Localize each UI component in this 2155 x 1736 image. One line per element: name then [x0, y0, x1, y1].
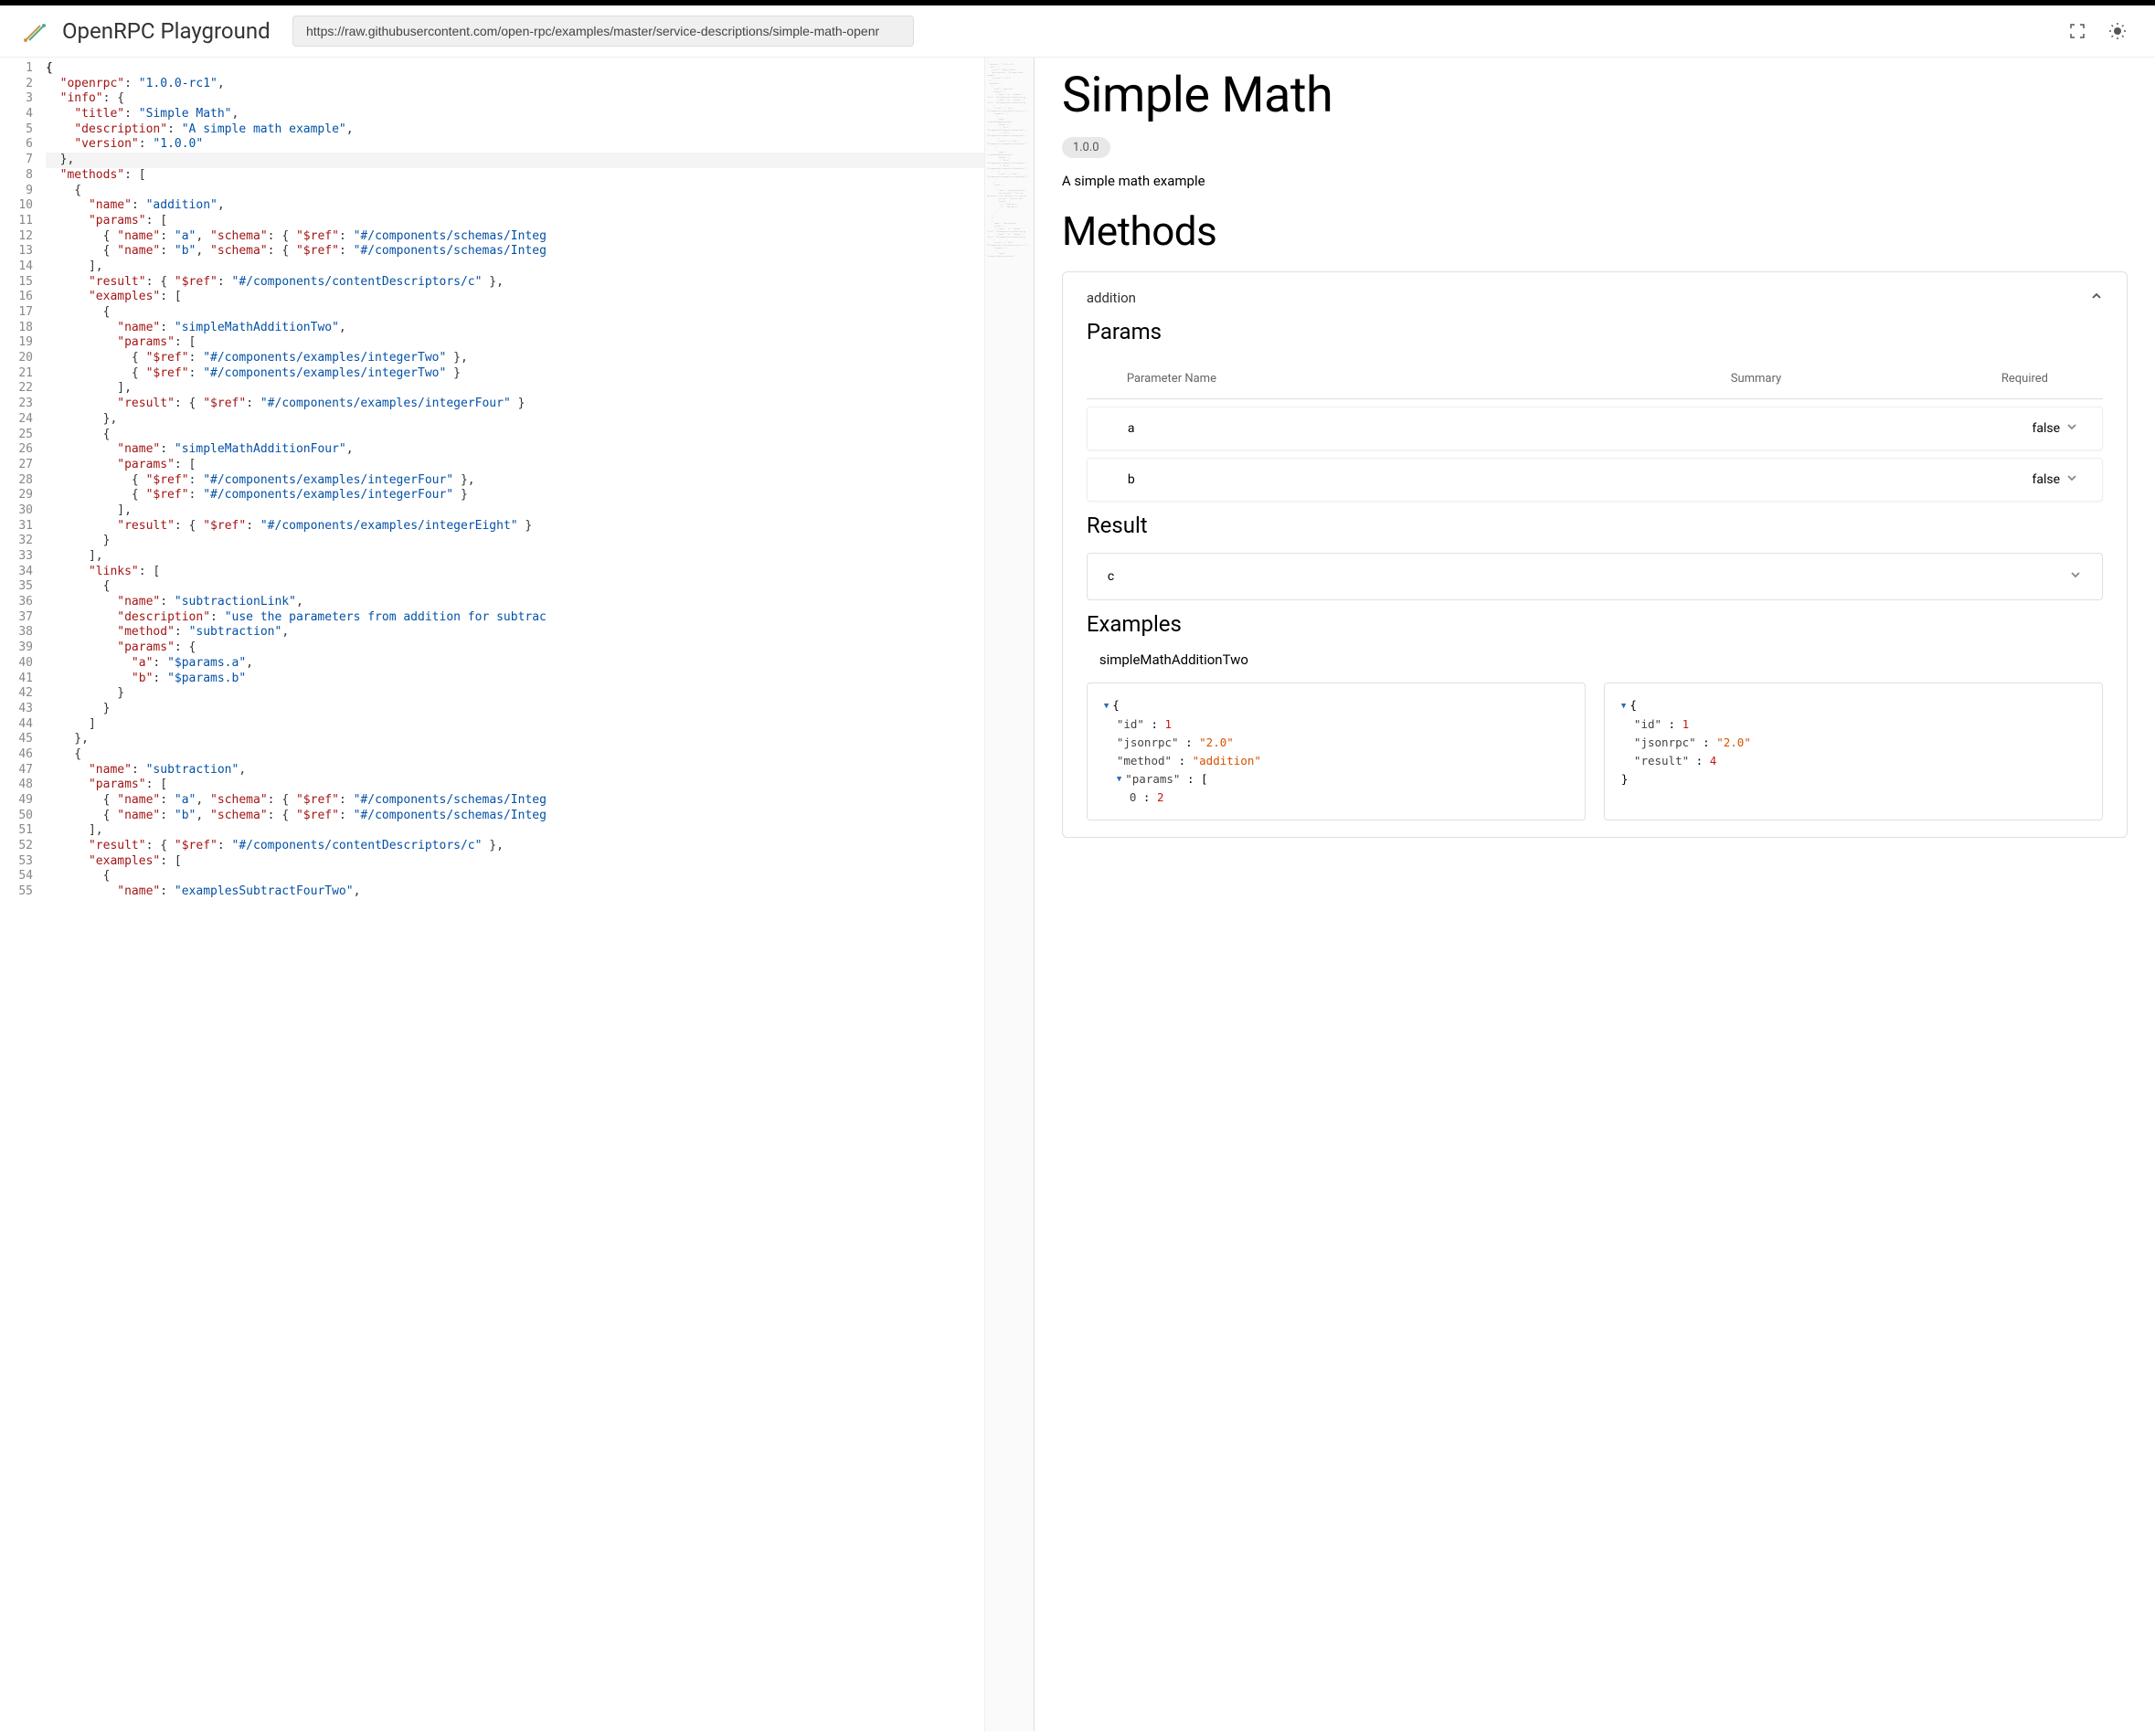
- line-numbers: 1234567891011121314151617181920212223242…: [0, 58, 46, 1731]
- theme-toggle-icon[interactable]: [2107, 21, 2128, 41]
- doc-description: A simple math example: [1062, 173, 2128, 189]
- method-card: addition Params Parameter Name Summary R…: [1062, 271, 2128, 838]
- code-content[interactable]: { "openrpc": "1.0.0-rc1", "info": { "tit…: [46, 58, 1034, 1731]
- brand-title: OpenRPC Playground: [62, 18, 271, 44]
- example-name: simpleMathAdditionTwo: [1099, 651, 2103, 668]
- fullscreen-icon[interactable]: [2067, 21, 2087, 41]
- doc-title: Simple Math: [1062, 67, 2128, 124]
- logo-icon: [18, 15, 51, 48]
- examples-heading: Examples: [1087, 611, 2103, 637]
- schema-url-input[interactable]: [292, 16, 914, 47]
- col-required: Required: [1966, 372, 2075, 386]
- example-json-grid: ▼{ "id" : 1 "jsonrpc" : "2.0" "method" :…: [1087, 683, 2103, 820]
- col-name: Parameter Name: [1127, 372, 1546, 386]
- chevron-down-icon: [2060, 471, 2084, 488]
- code-editor[interactable]: 1234567891011121314151617181920212223242…: [0, 58, 1035, 1731]
- example-response-json: ▼{ "id" : 1 "jsonrpc" : "2.0" "result" :…: [1604, 683, 2103, 820]
- method-header[interactable]: addition: [1087, 289, 2103, 306]
- param-row[interactable]: b false: [1087, 458, 2103, 502]
- params-header-row: Parameter Name Summary Required: [1087, 359, 2103, 399]
- header: OpenRPC Playground: [0, 5, 2155, 58]
- params-table: Parameter Name Summary Required a false …: [1087, 359, 2103, 502]
- col-summary: Summary: [1546, 372, 1966, 386]
- param-required: false: [1978, 421, 2060, 436]
- methods-heading: Methods: [1062, 207, 2128, 255]
- documentation-pane: Simple Math 1.0.0 A simple math example …: [1035, 58, 2155, 1731]
- chevron-down-icon: [2069, 568, 2082, 585]
- result-heading: Result: [1087, 513, 2103, 538]
- param-row[interactable]: a false: [1087, 407, 2103, 450]
- minimap[interactable]: { "openrpc": "1.0.0-rc1", "info": { "tit…: [984, 58, 1034, 1731]
- example-request-json: ▼{ "id" : 1 "jsonrpc" : "2.0" "method" :…: [1087, 683, 1586, 820]
- param-required: false: [1978, 472, 2060, 487]
- chevron-up-icon: [2090, 289, 2103, 306]
- param-name: a: [1128, 421, 1553, 436]
- param-name: b: [1128, 472, 1553, 487]
- result-name: c: [1108, 569, 1114, 584]
- result-box[interactable]: c: [1087, 553, 2103, 600]
- chevron-down-icon: [2060, 420, 2084, 437]
- main-split: 1234567891011121314151617181920212223242…: [0, 58, 2155, 1731]
- logo-area: OpenRPC Playground: [18, 15, 274, 48]
- version-chip: 1.0.0: [1062, 137, 1110, 158]
- params-heading: Params: [1087, 319, 2103, 344]
- method-name: addition: [1087, 290, 1136, 306]
